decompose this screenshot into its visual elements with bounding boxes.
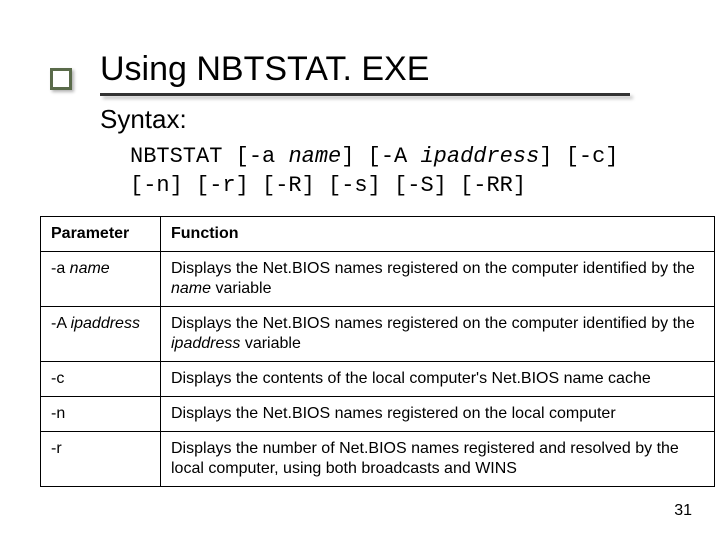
param-text: -A [51, 315, 71, 332]
param-text: -n [51, 405, 65, 422]
param-text: -c [51, 370, 64, 387]
func-text: Displays the Net.BIOS names registered o… [171, 315, 695, 332]
parameter-table: Parameter Function -a name Displays the … [40, 216, 715, 487]
syntax-text: ] [-A [341, 144, 420, 169]
syntax-text: NBTSTAT [-a [130, 144, 288, 169]
syntax-block: NBTSTAT [-a name] [-A ipaddress] [-c] [-… [130, 143, 690, 200]
syntax-line-2: [-n] [-r] [-R] [-s] [-S] [-RR] [130, 172, 690, 201]
slide: Using NBTSTAT. EXE Syntax: NBTSTAT [-a n… [0, 0, 720, 540]
func-cell: Displays the Net.BIOS names registered o… [161, 252, 715, 307]
table-row: -r Displays the number of Net.BIOS names… [41, 432, 715, 487]
func-cell: Displays the Net.BIOS names registered o… [161, 397, 715, 432]
param-cell: -n [41, 397, 161, 432]
param-cell: -a name [41, 252, 161, 307]
table-row: -a name Displays the Net.BIOS names regi… [41, 252, 715, 307]
func-text: variable [240, 335, 300, 352]
syntax-label: Syntax: [100, 104, 690, 135]
param-cell: -c [41, 362, 161, 397]
param-text: -a [51, 260, 70, 277]
table-row: -c Displays the contents of the local co… [41, 362, 715, 397]
syntax-line-1: NBTSTAT [-a name] [-A ipaddress] [-c] [130, 143, 690, 172]
page-title: Using NBTSTAT. EXE [100, 50, 690, 89]
func-ital: name [171, 280, 211, 297]
param-ital: name [70, 260, 110, 277]
param-text: -r [51, 440, 62, 457]
func-cell: Displays the Net.BIOS names registered o… [161, 307, 715, 362]
table-header-row: Parameter Function [41, 217, 715, 252]
func-cell: Displays the contents of the local compu… [161, 362, 715, 397]
page-number: 31 [674, 502, 692, 520]
param-cell: -A ipaddress [41, 307, 161, 362]
syntax-ital: ipaddress [420, 144, 539, 169]
func-text: Displays the Net.BIOS names registered o… [171, 405, 616, 422]
func-text: Displays the Net.BIOS names registered o… [171, 260, 695, 277]
param-cell: -r [41, 432, 161, 487]
func-cell: Displays the number of Net.BIOS names re… [161, 432, 715, 487]
func-text: variable [211, 280, 271, 297]
func-ital: ipaddress [171, 335, 240, 352]
syntax-text: ] [-c] [539, 144, 618, 169]
syntax-ital: name [288, 144, 341, 169]
func-text: Displays the contents of the local compu… [171, 370, 651, 387]
table-row: -A ipaddress Displays the Net.BIOS names… [41, 307, 715, 362]
param-ital: ipaddress [71, 315, 140, 332]
table-row: -n Displays the Net.BIOS names registere… [41, 397, 715, 432]
accent-square-icon [50, 68, 72, 90]
header-parameter: Parameter [41, 217, 161, 252]
header-function: Function [161, 217, 715, 252]
func-text: Displays the number of Net.BIOS names re… [171, 440, 679, 477]
title-underline [100, 93, 630, 96]
title-block: Using NBTSTAT. EXE [100, 50, 690, 96]
